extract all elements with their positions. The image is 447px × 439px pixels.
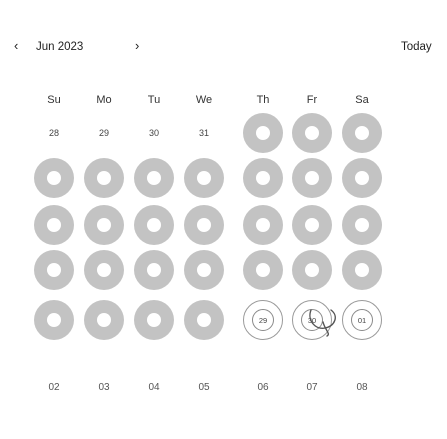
day-dot-icon (355, 126, 369, 140)
day-number: 30 (301, 309, 323, 331)
day-dot-icon (305, 126, 319, 140)
day-cell[interactable] (342, 158, 382, 198)
day-dot-icon (355, 263, 369, 277)
day-cell[interactable] (34, 300, 74, 340)
day-cell[interactable]: 28 (34, 113, 74, 153)
day-dot-icon (97, 218, 111, 232)
day-cell[interactable] (134, 250, 174, 290)
day-dot-icon (256, 126, 270, 140)
next-month-day[interactable]: 05 (184, 381, 224, 395)
weekday-label: Th (256, 94, 270, 106)
day-cell[interactable] (342, 250, 382, 290)
day-cell[interactable] (84, 158, 124, 198)
weekday-label: Sa (355, 94, 369, 106)
day-dot-icon (97, 171, 111, 185)
day-cell[interactable] (84, 300, 124, 340)
day-dot-icon (355, 218, 369, 232)
day-number: 30 (148, 128, 159, 138)
day-dot-icon (147, 263, 161, 277)
day-dot-icon (305, 171, 319, 185)
day-cell[interactable] (292, 205, 332, 245)
weekday-label: Su (47, 94, 61, 106)
day-dot-icon (197, 171, 211, 185)
day-cell[interactable] (84, 205, 124, 245)
day-cell[interactable] (134, 300, 174, 340)
day-cell[interactable]: 31 (184, 113, 224, 153)
next-month-day[interactable]: 02 (34, 381, 74, 395)
day-cell[interactable]: 29 (243, 300, 283, 340)
day-dot-icon (305, 263, 319, 277)
day-dot-icon (47, 313, 61, 327)
weekday-label: Fr (306, 94, 318, 106)
calendar-header: ‹ Jun 2023 › Today (0, 0, 447, 53)
day-cell[interactable] (84, 250, 124, 290)
day-cell[interactable] (243, 113, 283, 153)
day-dot-icon (256, 218, 270, 232)
day-dot-icon (197, 218, 211, 232)
day-cell[interactable] (243, 205, 283, 245)
day-cell[interactable]: 30 (292, 300, 332, 340)
day-cell[interactable] (243, 250, 283, 290)
day-dot-icon (147, 218, 161, 232)
month-title: Jun 2023 (36, 41, 84, 53)
day-dot-icon (147, 313, 161, 327)
day-cell[interactable] (134, 158, 174, 198)
day-dot-icon (197, 263, 211, 277)
day-number: 29 (98, 128, 109, 138)
day-cell[interactable] (243, 158, 283, 198)
day-dot-icon (256, 263, 270, 277)
day-cell[interactable]: 01 (342, 300, 382, 340)
prev-month-icon[interactable]: ‹ (14, 38, 18, 54)
day-dot-icon (97, 263, 111, 277)
day-dot-icon (256, 171, 270, 185)
day-cell[interactable] (184, 250, 224, 290)
day-number: 01 (351, 309, 373, 331)
weekday-label: Mo (96, 94, 112, 106)
day-cell[interactable] (134, 205, 174, 245)
day-cell[interactable] (34, 158, 74, 198)
day-dot-icon (47, 171, 61, 185)
weekday-label: We (195, 94, 213, 106)
day-dot-icon (197, 313, 211, 327)
day-cell[interactable] (342, 205, 382, 245)
day-cell[interactable] (184, 300, 224, 340)
day-cell[interactable] (34, 250, 74, 290)
today-button[interactable]: Today (401, 39, 432, 55)
next-month-day[interactable]: 04 (134, 381, 174, 395)
day-cell[interactable] (184, 205, 224, 245)
day-cell[interactable] (292, 250, 332, 290)
day-dot-icon (147, 171, 161, 185)
day-number: 28 (48, 128, 59, 138)
day-dot-icon (355, 171, 369, 185)
day-dot-icon (97, 313, 111, 327)
day-cell[interactable]: 30 (134, 113, 174, 153)
day-dot-icon (47, 218, 61, 232)
day-cell[interactable] (342, 113, 382, 153)
day-dot-icon (47, 263, 61, 277)
day-cell[interactable] (292, 113, 332, 153)
day-cell[interactable] (184, 158, 224, 198)
weekday-label: Tu (147, 94, 161, 106)
next-month-day[interactable]: 03 (84, 381, 124, 395)
day-cell[interactable] (34, 205, 74, 245)
day-cell[interactable]: 29 (84, 113, 124, 153)
next-month-icon[interactable]: › (135, 38, 139, 54)
next-month-day[interactable]: 08 (342, 381, 382, 395)
next-month-day[interactable]: 07 (292, 381, 332, 395)
day-number: 31 (198, 128, 209, 138)
next-month-day[interactable]: 06 (243, 381, 283, 395)
day-dot-icon (305, 218, 319, 232)
day-cell[interactable] (292, 158, 332, 198)
day-number: 29 (252, 309, 274, 331)
